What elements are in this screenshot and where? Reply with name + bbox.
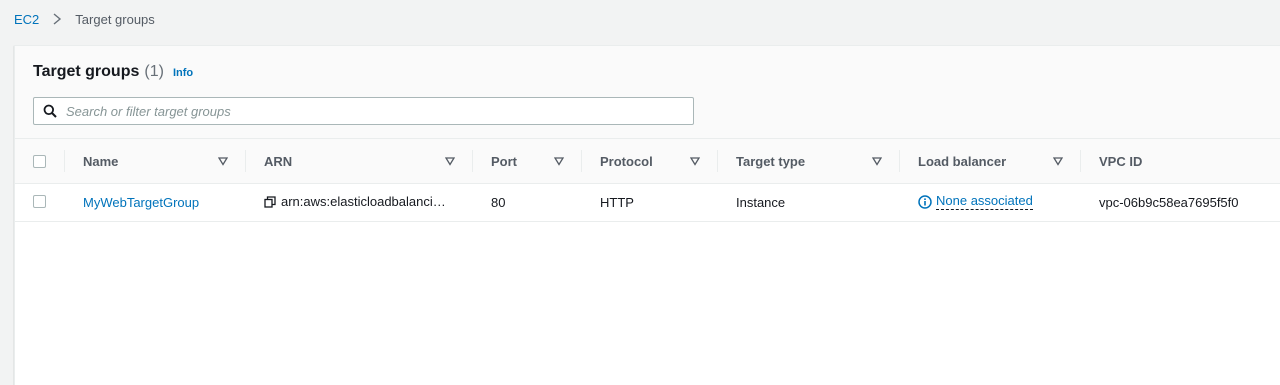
port-cell: 80 bbox=[473, 183, 582, 222]
sort-down-icon[interactable] bbox=[554, 156, 564, 166]
search-icon bbox=[43, 104, 57, 118]
column-header-label: VPC ID bbox=[1099, 153, 1143, 169]
breadcrumb-ec2-link[interactable]: EC2 bbox=[14, 12, 39, 27]
chevron-right-icon bbox=[49, 11, 65, 27]
column-header-load-balancer[interactable]: Load balancer bbox=[900, 139, 1081, 184]
column-header-arn[interactable]: ARN bbox=[246, 139, 473, 184]
breadcrumb: EC2 Target groups bbox=[14, 11, 155, 27]
table-header-row: Name ARN Port Protocol Target type Load … bbox=[15, 139, 1280, 184]
column-header-target-type[interactable]: Target type bbox=[718, 139, 900, 184]
column-header-protocol[interactable]: Protocol bbox=[582, 139, 718, 184]
row-select-cell bbox=[15, 183, 65, 222]
column-header-label: Protocol bbox=[600, 153, 653, 169]
target-type-cell: Instance bbox=[718, 183, 900, 222]
sort-down-icon[interactable] bbox=[690, 156, 700, 166]
arn-cell: arn:aws:elasticloadbalancing:... bbox=[246, 183, 473, 222]
select-all-checkbox[interactable] bbox=[33, 154, 46, 168]
load-balancer-cell: None associated bbox=[900, 183, 1081, 222]
page-title: Target groups bbox=[33, 63, 140, 80]
table-row[interactable]: MyWebTargetGroup arn:aws:elasticloadbala… bbox=[15, 183, 1280, 222]
title-row: Target groups (1) Info bbox=[33, 63, 193, 81]
target-groups-panel: Target groups (1) Info Search or filter … bbox=[14, 45, 1280, 385]
search-input[interactable] bbox=[66, 99, 693, 123]
column-header-label: Name bbox=[83, 153, 119, 169]
search-box bbox=[33, 97, 694, 125]
column-header-label: Load balancer bbox=[918, 153, 1007, 169]
name-cell: MyWebTargetGroup bbox=[65, 183, 246, 222]
item-count: (1) bbox=[144, 63, 164, 80]
column-header-port[interactable]: Port bbox=[473, 139, 582, 184]
breadcrumb-current: Target groups bbox=[75, 11, 155, 27]
sort-down-icon[interactable] bbox=[1053, 156, 1063, 166]
sort-down-icon[interactable] bbox=[872, 156, 882, 166]
select-all-header bbox=[15, 139, 65, 184]
vpc-id-cell: vpc-06b9c58ea7695f5f0 bbox=[1081, 183, 1280, 222]
info-link[interactable]: Info bbox=[173, 67, 193, 79]
info-circle-icon bbox=[918, 195, 932, 209]
target-groups-table: Name ARN Port Protocol Target type Load … bbox=[15, 139, 1280, 222]
load-balancer-status[interactable]: None associated bbox=[936, 193, 1033, 211]
column-header-label: Port bbox=[491, 153, 517, 169]
column-header-name[interactable]: Name bbox=[65, 139, 246, 184]
target-group-name-link[interactable]: MyWebTargetGroup bbox=[83, 195, 199, 210]
column-header-vpc-id[interactable]: VPC ID bbox=[1081, 139, 1280, 184]
row-checkbox[interactable] bbox=[33, 194, 46, 208]
column-header-label: Target type bbox=[736, 153, 806, 169]
sort-down-icon[interactable] bbox=[445, 156, 455, 166]
copy-icon[interactable] bbox=[264, 196, 276, 208]
sort-down-icon[interactable] bbox=[218, 156, 228, 166]
protocol-cell: HTTP bbox=[582, 183, 718, 222]
arn-value: arn:aws:elasticloadbalancing:... bbox=[281, 194, 451, 210]
panel-header: Target groups (1) Info bbox=[15, 46, 1280, 139]
column-header-label: ARN bbox=[264, 153, 293, 169]
